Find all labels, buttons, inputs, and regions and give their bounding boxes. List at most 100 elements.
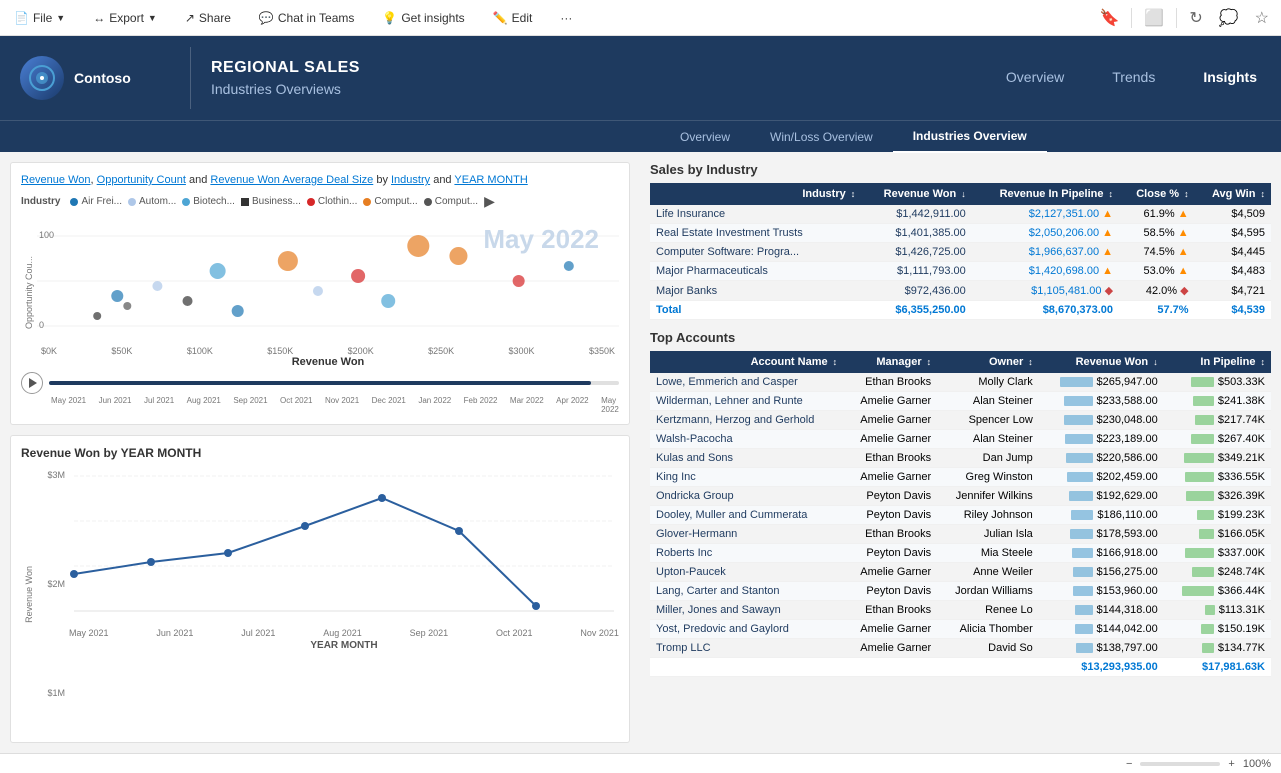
revenue-bar-cell: $202,459.00 (1045, 471, 1158, 483)
svg-text:100: 100 (39, 230, 54, 240)
pipeline-mini-bar (1202, 643, 1214, 653)
pipeline-bar-cell: $503.33K (1170, 376, 1265, 388)
sort-icon-account: ↕ (833, 357, 838, 367)
warning-icon: ▲ (1102, 265, 1113, 277)
acc-total-pipeline: $17,981.63K (1164, 658, 1271, 677)
cell-account: Upton-Paucek (650, 563, 843, 582)
revenue-bar-cell: $144,042.00 (1045, 623, 1158, 635)
th-manager[interactable]: Manager ↕ (843, 351, 937, 373)
edit-button[interactable]: ✏️ Edit (487, 7, 539, 29)
revenue-mini-bar (1064, 396, 1093, 406)
chat-teams-button[interactable]: 💬 Chat in Teams (253, 7, 360, 29)
total-pipeline: $8,670,373.00 (972, 301, 1119, 320)
cell-manager: Peyton Davis (843, 544, 937, 563)
cell-owner: Spencer Low (937, 411, 1039, 430)
sub-nav-overview[interactable]: Overview (660, 121, 750, 153)
cell-rev-won: $144,042.00 (1039, 620, 1164, 639)
cell-manager: Amelie Garner (843, 411, 937, 430)
cell-account: Glover-Hermann (650, 525, 843, 544)
cell-industry: Computer Software: Progra... (650, 243, 861, 262)
toolbar-divider-2 (1176, 8, 1177, 28)
line-svg-container: May 2021 Jun 2021 Jul 2021 Aug 2021 Sep … (69, 466, 619, 722)
scatter-svg-container: May 2022 100 0 (37, 216, 619, 368)
header-titles: REGIONAL SALES Industries Overviews (190, 47, 982, 109)
sort-icon-close: ↕ (1184, 189, 1189, 199)
th-revenue-won[interactable]: Revenue Won ↓ (861, 183, 971, 205)
cell-pipeline: $2,127,351.00 ▲ (972, 205, 1119, 224)
export-menu[interactable]: ↔ Export ▼ (87, 7, 163, 29)
bookmark-icon[interactable]: 🔖 (1095, 4, 1123, 32)
cell-industry: Real Estate Investment Trusts (650, 224, 861, 243)
zoom-plus[interactable]: + (1228, 758, 1234, 770)
play-button[interactable] (21, 372, 43, 394)
revenue-bar-cell: $233,588.00 (1045, 395, 1158, 407)
zoom-bar[interactable] (1140, 762, 1220, 766)
nav-insights[interactable]: Insights (1179, 36, 1281, 120)
star-icon[interactable]: ☆ (1251, 4, 1273, 32)
toolbar-right: 🔖 ⬜ ↻ 💭 ☆ (1095, 4, 1273, 32)
zoom-minus[interactable]: − (1126, 758, 1132, 770)
legend-comput1: Comput... (363, 196, 417, 207)
cell-rev-won: $153,960.00 (1039, 582, 1164, 601)
th-close[interactable]: Close % ↕ (1119, 183, 1195, 205)
nav-trends[interactable]: Trends (1088, 36, 1179, 120)
legend-more[interactable]: ▶ (484, 193, 495, 210)
cell-owner: Jordan Williams (937, 582, 1039, 601)
share-button[interactable]: ↗ Share (179, 7, 237, 29)
th-industry[interactable]: Industry ↕ (650, 183, 861, 205)
cell-account: Lowe, Emmerich and Casper (650, 373, 843, 392)
pipeline-bar-cell: $150.19K (1170, 623, 1265, 635)
industries-title: Sales by Industry (650, 162, 1271, 177)
avg-deal-link[interactable]: Revenue Won Average Deal Size (210, 174, 373, 186)
accounts-table-row: Kertzmann, Herzog and Gerhold Amelie Gar… (650, 411, 1271, 430)
cell-in-pipeline: $503.33K (1164, 373, 1271, 392)
comment-icon[interactable]: 💭 (1215, 4, 1243, 32)
cell-account: Kertzmann, Herzog and Gerhold (650, 411, 843, 430)
th-pipeline[interactable]: Revenue In Pipeline ↕ (972, 183, 1119, 205)
accounts-table-row: Miller, Jones and Sawayn Ethan Brooks Re… (650, 601, 1271, 620)
opp-count-link[interactable]: Opportunity Count (97, 174, 186, 186)
window-icon[interactable]: ⬜ (1140, 4, 1168, 32)
warning-icon: ▲ (1102, 208, 1113, 220)
cell-in-pipeline: $199.23K (1164, 506, 1271, 525)
insights-button[interactable]: 💡 Get insights (376, 7, 470, 29)
cell-avg: $4,445 (1195, 243, 1271, 262)
pipeline-bar-cell: $248.74K (1170, 566, 1265, 578)
nav-overview[interactable]: Overview (982, 36, 1088, 120)
revenue-won-link[interactable]: Revenue Won (21, 174, 91, 186)
file-menu[interactable]: 📄 File ▼ (8, 7, 71, 29)
y-label-3m: $3M (37, 470, 65, 480)
acc-total-label (650, 658, 1039, 677)
insights-icon: 💡 (382, 11, 397, 25)
cell-in-pipeline: $241.38K (1164, 392, 1271, 411)
pipeline-bar-cell: $349.21K (1170, 452, 1265, 464)
sub-nav-industries[interactable]: Industries Overview (893, 121, 1047, 153)
cell-owner: Alan Steiner (937, 392, 1039, 411)
refresh-icon[interactable]: ↻ (1185, 4, 1206, 32)
export-chevron-icon: ▼ (148, 13, 157, 23)
th-avg[interactable]: Avg Win ↕ (1195, 183, 1271, 205)
th-account[interactable]: Account Name ↕ (650, 351, 843, 373)
y-label-2m: $2M (37, 579, 65, 589)
cell-industry: Major Banks (650, 281, 861, 301)
pipeline-bar-cell: $337.00K (1170, 547, 1265, 559)
bottom-bar: − + 100% (0, 753, 1281, 773)
total-revenue: $6,355,250.00 (861, 301, 971, 320)
x-axis-title: Revenue Won (37, 356, 619, 368)
industry-link[interactable]: Industry (391, 174, 430, 186)
more-menu[interactable]: ··· (554, 7, 578, 29)
cell-close: 61.9% ▲ (1119, 205, 1195, 224)
sub-nav-winloss[interactable]: Win/Loss Overview (750, 121, 893, 153)
timeline-progress-bar[interactable] (49, 381, 619, 385)
th-in-pipeline[interactable]: In Pipeline ↕ (1164, 351, 1271, 373)
pipeline-mini-bar (1193, 396, 1214, 406)
revenue-bar-cell: $186,110.00 (1045, 509, 1158, 521)
industries-table-row: Computer Software: Progra... $1,426,725.… (650, 243, 1271, 262)
revenue-bar-cell: $166,918.00 (1045, 547, 1158, 559)
year-month-link[interactable]: YEAR MONTH (454, 174, 527, 186)
accounts-table-row: Kulas and Sons Ethan Brooks Dan Jump $22… (650, 449, 1271, 468)
accounts-table-wrap[interactable]: Account Name ↕ Manager ↕ Owner ↕ Revenue… (650, 351, 1271, 743)
th-owner[interactable]: Owner ↕ (937, 351, 1039, 373)
y-labels-container: $3M $2M $1M (37, 466, 69, 722)
th-rev-won[interactable]: Revenue Won ↓ (1039, 351, 1164, 373)
